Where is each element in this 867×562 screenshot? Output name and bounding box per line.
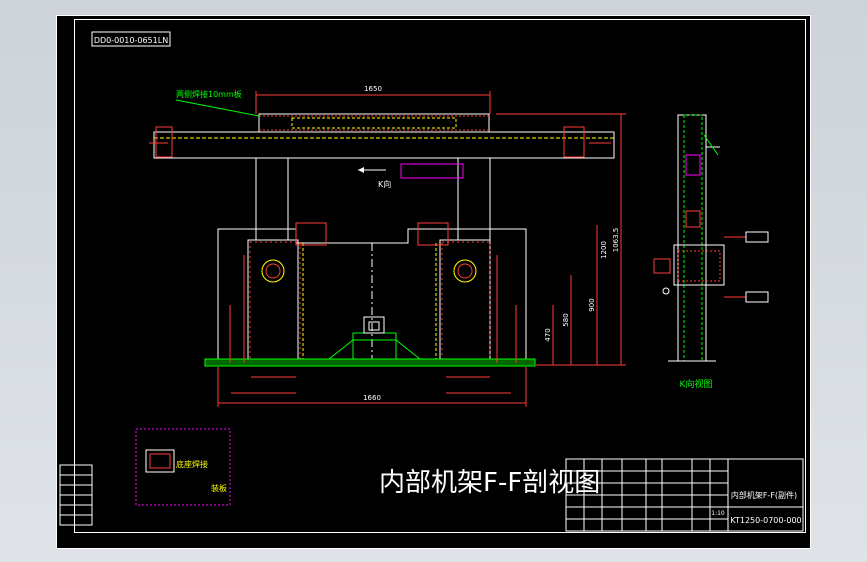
dim-height-1: 1063.5: [612, 228, 620, 253]
left-column: [255, 157, 289, 241]
side-view: [653, 114, 769, 362]
dim-overall-width: 1660: [363, 394, 381, 402]
k-detail-box: [400, 163, 464, 179]
base-plate: [204, 358, 536, 367]
code-box-text: DD0-0010-0651LN: [94, 36, 168, 45]
dim-height-4: 580: [562, 313, 570, 326]
cad-viewport: DD0-0010-0651LN K向 1650 1660 1063.5 1200…: [0, 0, 867, 562]
left-stamp-boxes: [59, 464, 93, 526]
left-leg: [247, 239, 299, 364]
left-bore: [261, 259, 285, 283]
bottom-note: 底座焊接: [176, 459, 208, 469]
right-bore: [453, 259, 477, 283]
top-weld-note: 两侧焊接10mm板: [176, 89, 242, 99]
front-view: K向: [149, 113, 615, 367]
dim-top-width: 1650: [364, 85, 382, 93]
drawing-number: KT1250-0700-000: [730, 516, 801, 525]
top-beam: [153, 131, 615, 159]
side-view-label: K向视图: [680, 378, 713, 390]
cad-drawing: DD0-0010-0651LN K向 1650 1660 1063.5 1200…: [56, 15, 811, 549]
drawing-sheet: DD0-0010-0651LN K向 1650 1660 1063.5 1200…: [56, 15, 811, 549]
k-arrow-label: K向: [378, 179, 391, 189]
right-leg: [439, 239, 491, 364]
dim-height-5: 470: [544, 328, 552, 341]
part-name: 内部机架F-F(副件): [731, 490, 797, 500]
scale: 1:10: [711, 510, 725, 517]
bottom-note-2: 装板: [211, 483, 227, 493]
top-plate: [258, 113, 490, 133]
dim-height-3: 900: [588, 298, 596, 311]
dim-height-2: 1200: [600, 241, 608, 259]
